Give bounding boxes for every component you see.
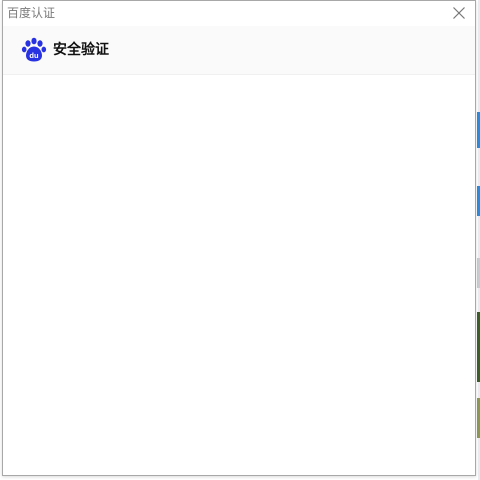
page-title: 安全验证 <box>53 42 109 58</box>
verification-dialog: 百度认证 du 安全验证 <box>2 0 476 476</box>
close-icon <box>453 7 465 19</box>
close-button[interactable] <box>449 3 469 23</box>
dialog-content <box>3 75 475 475</box>
dialog-header: du 安全验证 <box>3 26 475 75</box>
logo-text: du <box>29 51 39 60</box>
dialog-titlebar[interactable]: 百度认证 <box>3 1 475 26</box>
baidu-logo: du <box>21 37 47 63</box>
baidu-paw-icon: du <box>21 37 47 62</box>
window-title: 百度认证 <box>7 6 56 20</box>
